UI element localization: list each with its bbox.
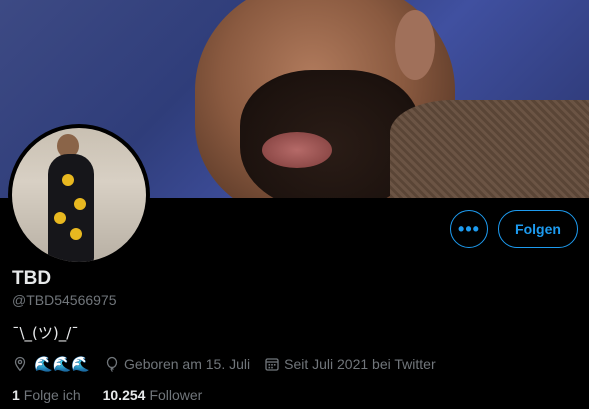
calendar-icon <box>265 358 279 371</box>
following-count: 1 <box>12 387 20 403</box>
birthday-text: Geboren am 15. Juli <box>124 356 251 372</box>
profile-stats: 1 Folge ich 10.254 Follower <box>12 387 224 403</box>
follow-button[interactable]: Folgen <box>498 210 578 248</box>
banner-ear <box>395 10 435 80</box>
following-label: Folge ich <box>23 387 81 403</box>
avatar-image <box>12 128 146 262</box>
avatar-suit <box>48 154 94 262</box>
joined-item: Seit Juli 2021 bei Twitter <box>264 356 436 372</box>
birthday-icon <box>106 356 118 372</box>
location-text: 🌊🌊🌊 <box>34 356 91 373</box>
followers-link[interactable]: 10.254 Follower <box>103 387 203 403</box>
avatar-dot <box>74 198 86 210</box>
avatar-dot <box>54 212 66 224</box>
more-options-button[interactable]: ••• <box>450 210 488 248</box>
profile-meta: 🌊🌊🌊 Geboren am 15. Juli Seit Juli 2021 b… <box>12 355 450 373</box>
avatar[interactable] <box>8 124 150 266</box>
followers-count: 10.254 <box>102 387 146 403</box>
profile-bio: ¯\_(ツ)_/¯ <box>12 324 79 342</box>
following-link[interactable]: 1 Folge ich <box>12 387 81 403</box>
birthday-item: Geboren am 15. Juli <box>104 356 250 372</box>
followers-label: Follower <box>149 387 203 403</box>
profile-handle: @TBD54566975 <box>12 292 117 308</box>
avatar-dot <box>70 228 82 240</box>
banner-jacket <box>390 100 589 198</box>
avatar-dot <box>62 174 74 186</box>
banner-mouth <box>262 132 332 168</box>
location-item: 🌊🌊🌊 <box>12 355 90 373</box>
profile-name: TBD <box>12 268 52 289</box>
joined-text: Seit Juli 2021 bei Twitter <box>284 356 436 372</box>
location-icon <box>14 356 26 372</box>
